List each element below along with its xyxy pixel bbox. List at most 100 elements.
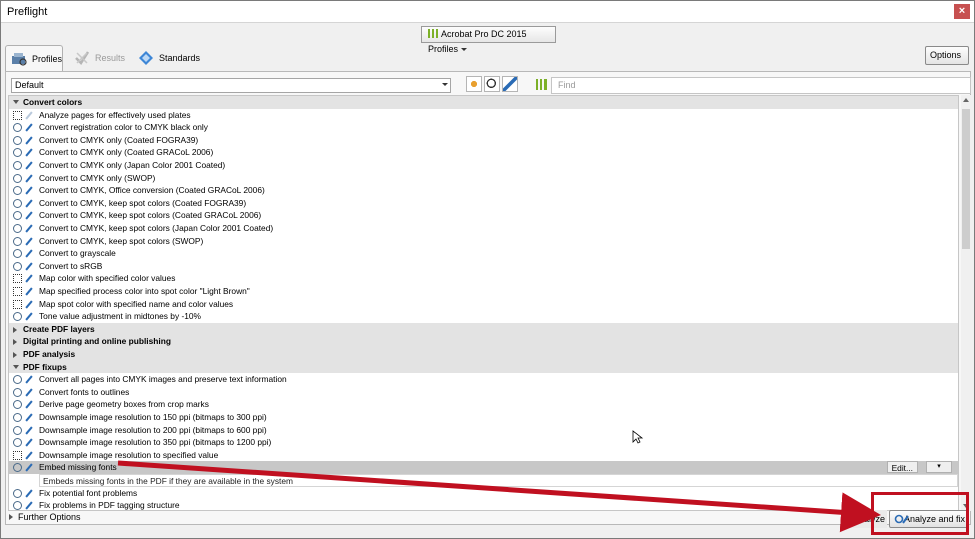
- show-checks-icon[interactable]: [484, 76, 500, 92]
- wrench-icon: [24, 489, 34, 498]
- wrench-icon: [24, 388, 34, 397]
- tab-results[interactable]: Results: [69, 45, 129, 71]
- fixup-label: Downsample image resolution to 350 ppi (…: [39, 437, 272, 448]
- fixup-row[interactable]: Convert to CMYK only (Japan Color 2001 C…: [9, 159, 958, 172]
- profiles-icon: [12, 53, 27, 66]
- fixup-row[interactable]: Convert to CMYK, keep spot colors (SWOP): [9, 235, 958, 248]
- profile-library-dropdown[interactable]: Acrobat Pro DC 2015 Profiles: [421, 26, 556, 54]
- wrench-icon: [24, 375, 34, 384]
- fixup-row[interactable]: Fix potential font problems: [9, 487, 958, 500]
- group-row[interactable]: Digital printing and online publishing: [9, 335, 958, 348]
- collapse-arrow-icon[interactable]: [13, 364, 19, 369]
- fixup-row[interactable]: Convert to CMYK, keep spot colors (Coate…: [9, 197, 958, 210]
- group-row[interactable]: PDF analysis: [9, 348, 958, 361]
- wrench-icon: [24, 426, 34, 435]
- mouse-cursor-icon: [632, 430, 644, 444]
- selected-fixup-row[interactable]: Embed missing fonts Edit... ▾: [9, 461, 958, 474]
- magnifier-icon: [13, 123, 22, 133]
- fixup-row[interactable]: Convert to CMYK, Office conversion (Coat…: [9, 184, 958, 197]
- group-row[interactable]: PDF fixups: [9, 360, 958, 374]
- group-label: PDF analysis: [23, 349, 76, 359]
- fixup-row[interactable]: Downsample image resolution to 350 ppi (…: [9, 436, 958, 449]
- edit-button[interactable]: Edit...: [886, 461, 918, 474]
- profile-list: Convert colors Analyze pages for effectiv…: [8, 95, 959, 511]
- list-scrollbar[interactable]: [961, 95, 971, 511]
- fixup-row[interactable]: Downsample image resolution to specified…: [9, 449, 958, 462]
- fixup-label: Map spot color with specified name and c…: [39, 298, 234, 309]
- fixup-label: Convert to CMYK, keep spot colors (Japan…: [39, 223, 274, 233]
- magnifier-icon: [13, 224, 22, 233]
- wrench-icon: [24, 123, 34, 132]
- tab-results-label: Results: [95, 53, 126, 63]
- fixup-row[interactable]: Convert all pages into CMYK images and p…: [9, 373, 958, 386]
- magnifier-icon: [13, 261, 22, 271]
- group-label: Create PDF layers: [23, 323, 95, 334]
- group-row[interactable]: Create PDF layers: [9, 322, 958, 336]
- fixup-row[interactable]: Convert to CMYK only (SWOP): [9, 172, 958, 185]
- wrench-icon: [24, 287, 34, 296]
- wrench-icon: [24, 186, 34, 195]
- wrench-icon: [24, 312, 34, 321]
- profile-filter-select[interactable]: Default: [11, 78, 451, 93]
- tab-standards[interactable]: Standards: [133, 45, 205, 71]
- close-button[interactable]: ×: [954, 4, 970, 19]
- expand-arrow-icon[interactable]: [13, 326, 17, 333]
- grid-check-icon: [13, 274, 22, 284]
- further-options-label: Further Options: [18, 512, 81, 522]
- fixup-row[interactable]: Convert registration color to CMYK black…: [9, 121, 958, 134]
- magnifier-icon: [13, 186, 22, 196]
- group-label: Digital printing and online publishing: [23, 336, 171, 347]
- fixup-row[interactable]: Map spot color with specified name and c…: [9, 298, 958, 311]
- fixup-row[interactable]: Tone value adjustment in midtones by -10…: [9, 310, 958, 323]
- fixup-row[interactable]: Convert to CMYK only (Coated FOGRA39): [9, 134, 958, 147]
- further-options-toggle[interactable]: Further Options: [9, 512, 81, 522]
- fixup-row[interactable]: Downsample image resolution to 200 ppi (…: [9, 424, 958, 437]
- library-bars-icon: [536, 79, 547, 90]
- magnifier-icon: [13, 198, 22, 208]
- tab-standards-label: Standards: [159, 53, 201, 63]
- fixup-row[interactable]: Convert fonts to outlines: [9, 386, 958, 399]
- fixup-label: Convert to CMYK only (SWOP): [39, 172, 156, 183]
- fixup-row[interactable]: Derive page geometry boxes from crop mar…: [9, 398, 958, 411]
- magnifier-icon: [13, 211, 22, 221]
- wrench-icon: [24, 274, 34, 283]
- fixup-row[interactable]: Downsample image resolution to 150 ppi (…: [9, 411, 958, 424]
- fixup-row[interactable]: Map specified process color into spot co…: [9, 285, 958, 298]
- fixup-row[interactable]: Convert to CMYK, keep spot colors (Japan…: [9, 222, 958, 235]
- fixup-row[interactable]: Convert to CMYK, keep spot colors (Coate…: [9, 209, 958, 222]
- grid-check-icon: [13, 450, 22, 460]
- fixup-row[interactable]: Fix problems in PDF tagging structure: [9, 499, 958, 511]
- group-row[interactable]: Convert colors: [9, 96, 958, 109]
- fixup-row[interactable]: Map color with specified color values: [9, 272, 958, 285]
- options-button[interactable]: Options: [925, 46, 969, 74]
- scroll-thumb[interactable]: [962, 109, 970, 249]
- wrench-icon: [24, 161, 34, 170]
- fixup-row[interactable]: Convert to grayscale: [9, 247, 958, 260]
- fixup-label: Convert to CMYK, keep spot colors (Coate…: [39, 197, 247, 208]
- magnifier-icon: [13, 488, 22, 498]
- fixup-label: Fix problems in PDF tagging structure: [39, 500, 180, 511]
- tab-profiles-label: Profiles: [32, 54, 63, 64]
- scroll-up-icon[interactable]: [963, 98, 969, 102]
- expand-arrow-icon[interactable]: [13, 352, 17, 358]
- fixup-label: Analyze pages for effectively used plate…: [39, 109, 191, 120]
- fixup-label: Derive page geometry boxes from crop mar…: [39, 399, 209, 410]
- fixup-row[interactable]: Analyze pages for effectively used plate…: [9, 109, 958, 122]
- find-input[interactable]: Find: [551, 77, 971, 94]
- flag-dropdown[interactable]: ▾: [926, 461, 952, 474]
- expand-arrow-icon[interactable]: [13, 339, 17, 346]
- fixup-label: Downsample image resolution to 200 ppi (…: [39, 424, 267, 435]
- fixup-label: Map color with specified color values: [39, 273, 176, 284]
- tab-profiles[interactable]: Profiles: [5, 45, 63, 71]
- collapse-arrow-icon[interactable]: [13, 100, 19, 104]
- annotation-highlight-box: [871, 492, 969, 535]
- show-all-icon[interactable]: [466, 76, 482, 92]
- fixup-label: Downsample image resolution to 150 ppi (…: [39, 412, 267, 422]
- show-fixups-icon[interactable]: [502, 76, 518, 92]
- fixup-row[interactable]: Convert to sRGB: [9, 260, 958, 273]
- fixup-label: Convert fonts to outlines: [39, 386, 130, 397]
- fixup-label: Embed missing fonts: [39, 462, 117, 473]
- wrench-icon: [24, 300, 34, 309]
- preflight-window: Preflight × Acrobat Pro DC 2015 Profiles…: [0, 0, 975, 539]
- fixup-row[interactable]: Convert to CMYK only (Coated GRACoL 2006…: [9, 146, 958, 159]
